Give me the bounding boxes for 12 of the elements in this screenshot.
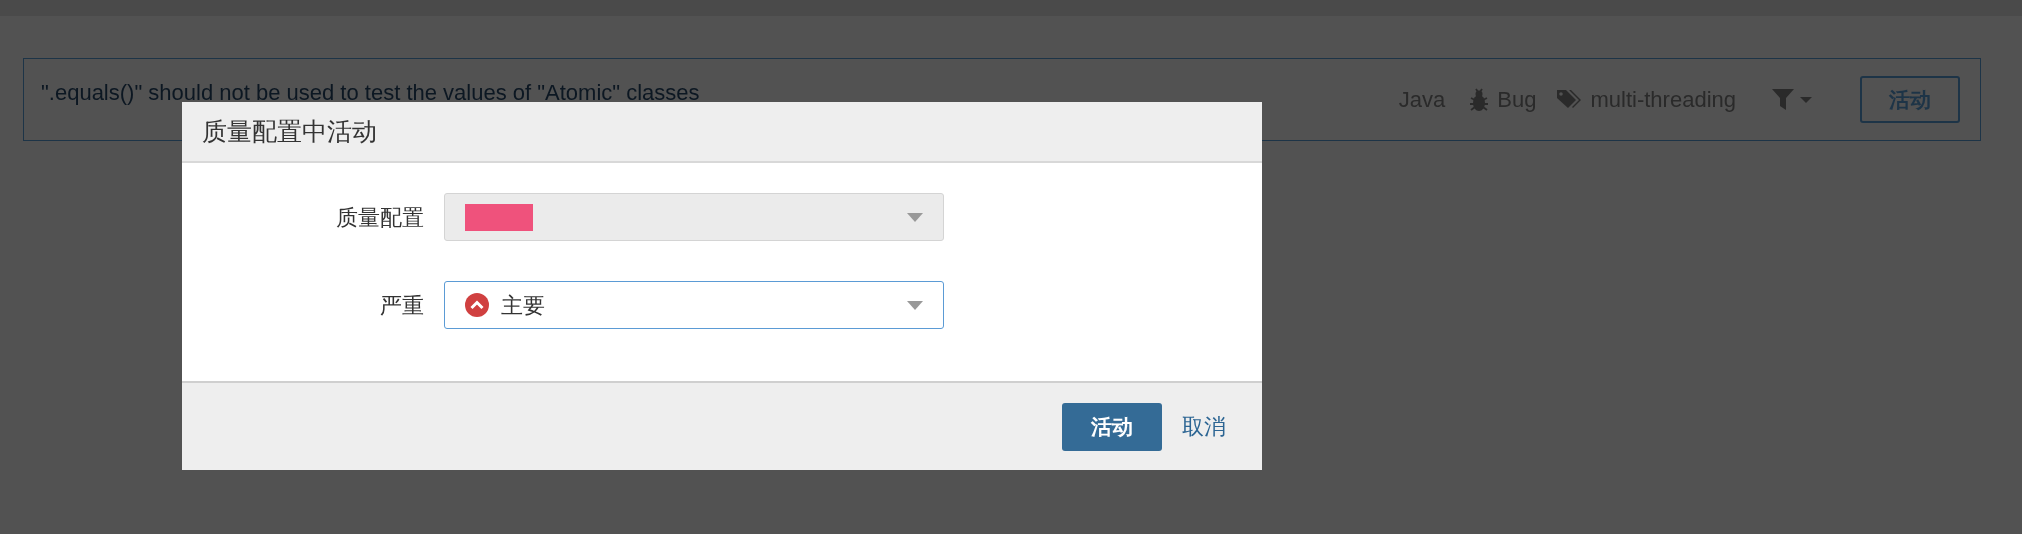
dialog-title: 质量配置中活动 (202, 115, 377, 147)
dropdown-caret-icon (907, 300, 923, 310)
chevron-up-circle-icon (465, 293, 489, 317)
bug-icon (1469, 87, 1490, 112)
select-field[interactable]: 主要 (444, 281, 944, 329)
field-label: 严重 (379, 291, 425, 320)
cancel-link[interactable]: 取消 (1182, 410, 1226, 443)
select-value: 主要 (501, 291, 545, 320)
activate-button[interactable]: 活动 (1062, 402, 1162, 451)
field-label: 质量配置 (335, 203, 425, 232)
tags-icon (1556, 88, 1583, 111)
dropdown-caret-icon (907, 212, 923, 222)
